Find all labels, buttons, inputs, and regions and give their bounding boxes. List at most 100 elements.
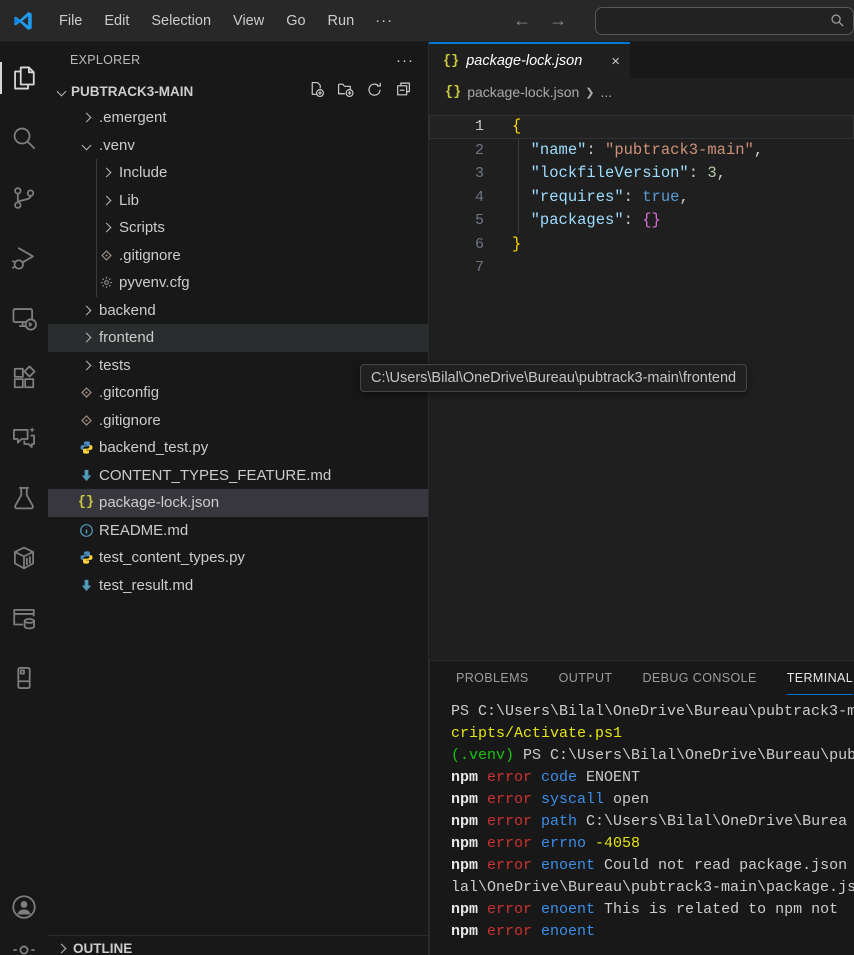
arrow-left-icon[interactable]: ← (511, 10, 533, 31)
file-tree: .emergent .venv Include Lib Scripts .gitignor… (48, 104, 428, 599)
new-folder-icon[interactable] (337, 81, 354, 101)
tree-item-label: CONTENT_TYPES_FEATURE.md (99, 467, 331, 484)
outline-section-header[interactable]: OUTLINE (48, 935, 428, 955)
explorer-more-button[interactable]: ··· (396, 52, 414, 69)
editor-group: {} package-lock.json × {} package-lock.j… (429, 42, 854, 660)
code-line-7[interactable]: 7 (429, 256, 854, 280)
code-line-2[interactable]: 2 "name": "pubtrack3-main", (429, 139, 854, 163)
settings-gear-icon[interactable] (0, 945, 48, 955)
tree-folder--emergent[interactable]: .emergent (48, 104, 428, 132)
project-section-header[interactable]: PUBTRACK3-MAIN (48, 78, 428, 104)
terminal-line: npm error enoent This is related to npm … (451, 899, 854, 921)
tab-package-lock-json[interactable]: {} package-lock.json × (429, 42, 630, 78)
tree-item-label: .venv (99, 137, 135, 154)
tree-file-readme-md[interactable]: README.md (48, 517, 428, 545)
chevron-right-icon (101, 223, 111, 233)
run-debug-icon[interactable] (0, 234, 48, 282)
breadcrumb-file[interactable]: package-lock.json (467, 84, 579, 100)
menu-edit[interactable]: Edit (93, 7, 140, 35)
menu-run[interactable]: Run (317, 7, 366, 35)
panel-tab-debug-console[interactable]: DEBUG CONSOLE (642, 661, 756, 695)
tree-file-test-content-types-py[interactable]: test_content_types.py (48, 544, 428, 572)
terminal-line: npm error errno -4058 (451, 833, 854, 855)
tree-item-label: Scripts (119, 219, 165, 236)
chevron-right-icon (101, 195, 111, 205)
terminal-line: npm error enoent (451, 921, 854, 943)
tree-folder--venv[interactable]: .venv (48, 132, 428, 160)
panel-tab-terminal[interactable]: TERMINAL (787, 661, 853, 695)
tab-label: package-lock.json (466, 53, 582, 69)
new-file-icon[interactable] (308, 81, 325, 101)
search-icon[interactable] (0, 114, 48, 162)
testing-flask-icon[interactable] (0, 474, 48, 522)
search-input[interactable] (595, 7, 854, 35)
refresh-icon[interactable] (366, 81, 383, 101)
collapse-all-icon[interactable] (395, 81, 412, 101)
tree-item-label: backend_test.py (99, 439, 208, 456)
tree-file-backend-test-py[interactable]: backend_test.py (48, 434, 428, 462)
source-control-icon[interactable] (0, 174, 48, 222)
terminal-line: cripts/Activate.ps1 (451, 723, 854, 745)
line-number: 7 (429, 256, 484, 280)
tree-file--gitignore[interactable]: .gitignore (48, 242, 428, 270)
vscode-logo-icon (12, 10, 34, 32)
python-icon (78, 549, 95, 566)
tree-item-label: test_result.md (99, 577, 193, 594)
menu-view[interactable]: View (222, 7, 275, 35)
menu-file[interactable]: File (48, 7, 93, 35)
menu-bar: FileEditSelectionViewGoRun (48, 7, 365, 35)
tree-item-label: package-lock.json (99, 494, 219, 511)
line-number: 4 (429, 186, 484, 210)
terminal-line: npm error code ENOENT (451, 767, 854, 789)
code-line-3[interactable]: 3 "lockfileVersion": 3, (429, 162, 854, 186)
terminal-line: PS C:\Users\Bilal\OneDrive\Bureau\pubtra… (451, 701, 854, 723)
python-icon (78, 439, 95, 456)
chevron-right-icon (81, 305, 91, 315)
tree-file-test-result-md[interactable]: test_result.md (48, 572, 428, 600)
tree-folder-scripts[interactable]: Scripts (48, 214, 428, 242)
line-number: 5 (429, 209, 484, 233)
tree-item-label: backend (99, 302, 156, 319)
chevron-right-icon (81, 113, 91, 123)
breadcrumb[interactable]: {} package-lock.json ❯ ... (429, 78, 854, 106)
line-number: 3 (429, 162, 484, 186)
tree-file-package-lock-json[interactable]: {}package-lock.json (48, 489, 428, 517)
panel-tab-output[interactable]: OUTPUT (559, 661, 613, 695)
tree-folder-lib[interactable]: Lib (48, 187, 428, 215)
container-icon[interactable] (0, 534, 48, 582)
code-line-4[interactable]: 4 "requires": true, (429, 186, 854, 210)
tree-item-label: Lib (119, 192, 139, 209)
terminal-output[interactable]: PS C:\Users\Bilal\OneDrive\Bureau\pubtra… (430, 695, 854, 943)
tree-folder-backend[interactable]: backend (48, 297, 428, 325)
breadcrumb-tail[interactable]: ... (600, 84, 612, 100)
tree-item-label: frontend (99, 329, 154, 346)
code-line-1[interactable]: 1{ (429, 115, 854, 139)
database-window-icon[interactable] (0, 594, 48, 642)
project-name: PUBTRACK3-MAIN (71, 84, 193, 99)
remote-explorer-icon[interactable] (0, 294, 48, 342)
tree-file--gitignore[interactable]: .gitignore (48, 407, 428, 435)
panel-tab-problems[interactable]: PROBLEMS (456, 661, 529, 695)
device-icon[interactable] (0, 654, 48, 702)
account-icon[interactable] (0, 883, 48, 931)
tree-item-label: README.md (99, 522, 188, 539)
arrow-right-icon[interactable]: → (547, 10, 569, 31)
explorer-icon[interactable] (0, 54, 48, 102)
search-icon (830, 13, 845, 28)
menu-go[interactable]: Go (275, 7, 316, 35)
extensions-icon[interactable] (0, 354, 48, 402)
close-icon[interactable]: × (611, 53, 620, 70)
tree-file-content-types-feature-md[interactable]: CONTENT_TYPES_FEATURE.md (48, 462, 428, 490)
tree-folder-include[interactable]: Include (48, 159, 428, 187)
terminal-line: npm error path C:\Users\Bilal\OneDrive\B… (451, 811, 854, 833)
code-line-6[interactable]: 6} (429, 233, 854, 257)
code-line-5[interactable]: 5 "packages": {} (429, 209, 854, 233)
chat-icon[interactable] (0, 414, 48, 462)
menu-selection[interactable]: Selection (140, 7, 222, 35)
tree-folder-frontend[interactable]: frontend (48, 324, 428, 352)
info-icon (78, 522, 95, 539)
tree-file-pyvenv-cfg[interactable]: pyvenv.cfg (48, 269, 428, 297)
chevron-right-icon (81, 360, 91, 370)
menu-overflow-button[interactable]: ··· (365, 12, 403, 29)
terminal-line: lal\OneDrive\Bureau\pubtrack3-main\packa… (451, 877, 854, 899)
